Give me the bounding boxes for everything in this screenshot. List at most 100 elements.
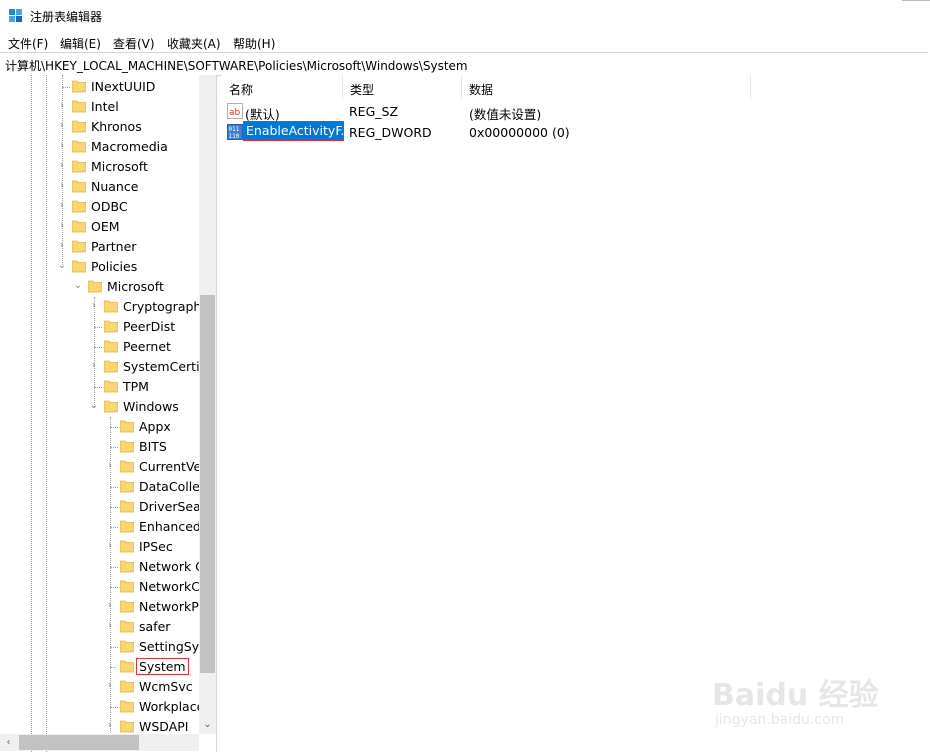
scroll-down-icon[interactable]: ⌄ (199, 716, 216, 733)
tree-node-bits[interactable]: BITS (0, 437, 200, 457)
chevron-right-icon[interactable]: › (56, 119, 68, 133)
tree-node-macromedia[interactable]: › Macromedia (0, 137, 200, 157)
tree-node-label: SystemCertifi (123, 359, 208, 374)
tree-node-datacollec[interactable]: DataCollec (0, 477, 207, 497)
tree-node-policies-microsoft[interactable]: ⌄ Microsoft (0, 277, 200, 297)
menu-edit[interactable]: 编辑(E) (60, 35, 101, 52)
value-data: 0x00000000 (0) (469, 125, 570, 140)
folder-icon (72, 200, 86, 213)
chevron-down-icon[interactable]: ⌄ (72, 279, 84, 293)
folder-icon (120, 640, 134, 653)
menu-favorites[interactable]: 收藏夹(A) (167, 35, 221, 52)
folder-icon (104, 360, 118, 373)
watermark-brand: Baidu 经验 (712, 678, 879, 713)
chevron-down-icon[interactable]: ⌄ (56, 259, 68, 273)
chevron-right-icon[interactable]: › (104, 539, 116, 553)
tree-node-system[interactable]: System (0, 657, 200, 677)
chevron-right-icon[interactable]: › (56, 239, 68, 253)
folder-icon (120, 500, 134, 513)
menu-file[interactable]: 文件(F) (8, 35, 48, 52)
scroll-left-icon[interactable]: ‹ (0, 734, 17, 751)
tree-node-networkc[interactable]: NetworkC (0, 577, 200, 597)
tree-node-safer[interactable]: › safer (0, 617, 200, 637)
chevron-right-icon[interactable]: › (56, 219, 68, 233)
key-tree[interactable]: INextUUID › Intel › Khronos › Macromedia… (0, 75, 217, 752)
chevron-right-icon[interactable]: › (104, 719, 116, 733)
chevron-right-icon[interactable]: › (56, 99, 68, 113)
tree-node-label: BITS (139, 439, 167, 454)
chevron-down-icon[interactable]: ⌄ (88, 399, 100, 413)
chevron-right-icon[interactable]: › (88, 299, 100, 313)
tree-node-label: NetworkC (139, 579, 200, 594)
tree-node-oem[interactable]: › OEM (0, 217, 200, 237)
tree-node-odbc[interactable]: › ODBC (0, 197, 200, 217)
tree-node-enhanceds[interactable]: EnhancedS (0, 517, 209, 537)
chevron-right-icon[interactable]: › (56, 199, 68, 213)
tree-node-intel[interactable]: › Intel (0, 97, 200, 117)
tree-node-policies[interactable]: ⌄ Policies (0, 257, 200, 277)
tree-node-label: Macromedia (91, 139, 168, 154)
tree-horizontal-scrollbar[interactable]: ‹ (0, 734, 199, 751)
chevron-right-icon[interactable]: › (104, 679, 116, 693)
tree-node-microsoft[interactable]: › Microsoft (0, 157, 200, 177)
value-row-selected[interactable]: 011 110 EnableActivityF... REG_DWORD 0x0… (221, 121, 921, 142)
tree-node-windows[interactable]: ⌄ Windows (0, 397, 200, 417)
folder-icon (120, 620, 134, 633)
chevron-right-icon[interactable]: › (88, 359, 100, 373)
tree-node-label: NetworkPr (139, 599, 204, 614)
menu-view[interactable]: 查看(V) (113, 35, 155, 52)
chevron-right-icon[interactable]: › (56, 139, 68, 153)
tree-node-label: INextUUID (91, 79, 156, 94)
tree-node-partner[interactable]: › Partner (0, 237, 200, 257)
tree-node-systemcertifi[interactable]: › SystemCertifi (0, 357, 207, 377)
column-header-type[interactable]: 类型 (342, 75, 462, 99)
chevron-right-icon[interactable]: › (56, 159, 68, 173)
tree-node-inextuuid[interactable]: INextUUID (0, 77, 200, 97)
folder-icon (72, 120, 86, 133)
svg-text:011: 011 (229, 126, 240, 133)
tree-vertical-scrollbar[interactable]: ⌄ (199, 75, 216, 734)
tree-node-ipsec[interactable]: › IPSec (0, 537, 200, 557)
menu-help[interactable]: 帮助(H) (233, 35, 275, 52)
folder-icon (72, 240, 86, 253)
tree-node-label: IPSec (139, 539, 173, 554)
address-bar[interactable]: 计算机\HKEY_LOCAL_MACHINE\SOFTWARE\Policies… (0, 52, 928, 76)
tree-node-tpm[interactable]: TPM (0, 377, 200, 397)
tree-node-label: WSDAPI (139, 719, 189, 734)
scroll-thumb[interactable] (19, 735, 139, 750)
tree-node-currentve[interactable]: › CurrentVe (0, 457, 201, 477)
tree-node-wcmsvc[interactable]: › WcmSvc (0, 677, 200, 697)
folder-icon (120, 580, 134, 593)
tree-node-khronos[interactable]: › Khronos (0, 117, 200, 137)
tree-node-network-c[interactable]: Network C (0, 557, 204, 577)
folder-icon (104, 340, 118, 353)
chevron-right-icon[interactable]: › (104, 459, 116, 473)
tree-node-cryptography[interactable]: › Cryptography (0, 297, 209, 317)
tree-node-peerdist[interactable]: PeerDist (0, 317, 200, 337)
value-row[interactable]: ab (默认) REG_SZ (数值未设置) (221, 101, 921, 122)
tree-node-label: Network C (139, 559, 204, 574)
tree-node-label: DataCollec (139, 479, 207, 494)
tree-node-workplace[interactable]: Workplace (0, 697, 204, 717)
tree-node-label: Microsoft (91, 159, 148, 174)
tree-node-peernet[interactable]: Peernet (0, 337, 200, 357)
folder-icon (104, 300, 118, 313)
tree-node-settingsyn[interactable]: SettingSyn (0, 637, 207, 657)
tree-node-label: ODBC (91, 199, 128, 214)
tree-node-label: Microsoft (107, 279, 164, 294)
address-path[interactable]: 计算机\HKEY_LOCAL_MACHINE\SOFTWARE\Policies… (5, 57, 468, 74)
folder-icon (104, 380, 118, 393)
chevron-right-icon[interactable]: › (104, 619, 116, 633)
tree-node-driversear[interactable]: DriverSear (0, 497, 206, 517)
column-header-data[interactable]: 数据 (461, 75, 751, 99)
tree-node-networkpr[interactable]: › NetworkPr (0, 597, 204, 617)
chevron-right-icon[interactable]: › (104, 599, 116, 613)
tree-node-nuance[interactable]: › Nuance (0, 177, 200, 197)
column-header-name[interactable]: 名称 (221, 75, 343, 99)
tree-node-label: DriverSear (139, 499, 206, 514)
tree-node-appx[interactable]: Appx (0, 417, 200, 437)
chevron-right-icon[interactable]: › (56, 179, 68, 193)
tree-node-label: Cryptography (123, 299, 209, 314)
folder-icon (120, 720, 134, 733)
scroll-thumb[interactable] (200, 295, 215, 673)
